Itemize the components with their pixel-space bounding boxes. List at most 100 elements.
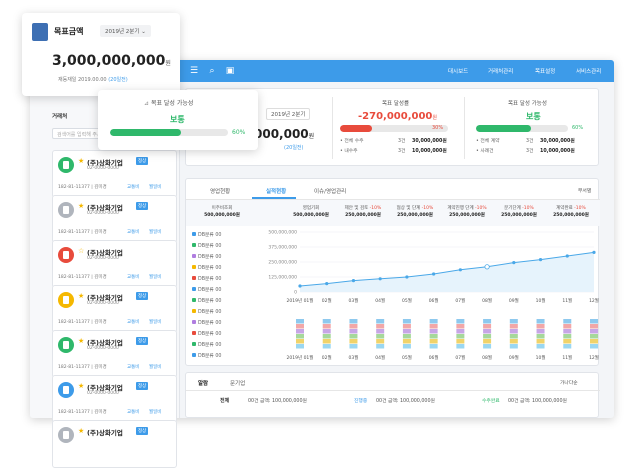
tab-sales-status[interactable]: 영업현황 <box>210 187 230 195</box>
stacked-bar-segment <box>563 339 572 344</box>
star-icon[interactable]: ★ <box>78 382 84 390</box>
nav-customers[interactable]: 거래처관리 <box>488 67 513 75</box>
db-category-row[interactable]: DB분류 00 <box>192 297 221 304</box>
customer-card[interactable]: ★ (주)상화기업 정상 02-0000-0000 182-81-11377 | 김미경… <box>52 150 177 198</box>
customer-card[interactable]: ★ (주)상화기업 정상 02-0000-0000 182-81-11377 | 김미경… <box>52 285 177 333</box>
tab-alarm[interactable]: 알람 <box>198 379 208 387</box>
color-dot <box>192 320 196 324</box>
search-icon[interactable]: ⌕ <box>206 65 218 77</box>
summary-amount: 000,000원 <box>254 127 315 141</box>
color-dot <box>192 276 196 280</box>
status-badge: 정상 <box>136 337 149 345</box>
x-tick-label: 11월 <box>562 354 572 361</box>
stage-header-label: 영업기회 <box>302 206 320 211</box>
stacked-bar-segment <box>296 334 304 339</box>
stacked-bar-segment <box>402 329 411 334</box>
y-tick-label: 500,000,000 <box>268 230 297 236</box>
stacked-bar-segment <box>376 319 385 324</box>
x-tick-label: 04월 <box>375 354 385 361</box>
tab-company[interactable]: 문기업 <box>230 379 245 387</box>
stacked-bar-segment <box>536 329 545 334</box>
stacked-bar-segment <box>590 334 598 339</box>
status-panel: 영업현황 실적현황 이슈/영업관리 부서별 이주비조회 500,000,000원… <box>185 178 600 366</box>
row-text-2: 00건 금액: 100,000,000원 <box>376 399 435 404</box>
goal-period-select[interactable]: 2019년 2분기 ⌄ <box>100 25 151 37</box>
possibility-row-2-count: 3건 <box>526 149 534 154</box>
chevron-down-icon: ⌄ <box>141 29 146 35</box>
achieve-row-1: • 전체 수주 <box>340 139 364 144</box>
star-icon[interactable]: ★ <box>78 157 84 165</box>
stacked-bar-segment <box>590 324 598 329</box>
star-icon[interactable]: ★ <box>78 202 84 210</box>
stacked-bar-segment <box>349 344 358 349</box>
nav-service[interactable]: 서비스관리 <box>576 67 601 75</box>
document-icon <box>32 23 48 41</box>
db-category-row[interactable]: DB분류 00 <box>192 341 221 348</box>
stacked-bar-segment <box>322 329 331 334</box>
customer-card[interactable]: ★ (주)상화기업 정상 02-0000-0000 182-81-11377 | 김미경… <box>52 330 177 378</box>
period-select[interactable]: 2019년 2분기 <box>266 108 311 120</box>
file-icon <box>58 157 74 173</box>
briefcase-icon[interactable]: ▣ <box>224 65 236 77</box>
color-dot <box>192 331 196 335</box>
customer-card[interactable]: ★ (주)상화기업 정상 <box>52 420 177 468</box>
db-category-row[interactable]: DB분류 00 <box>192 330 221 337</box>
badge-transport: 교통비 <box>127 185 140 190</box>
left-head-label: 이주비조회 <box>211 206 233 211</box>
tab-issue-management[interactable]: 이슈/영업관리 <box>314 187 346 195</box>
customer-card[interactable]: ★ (주)상화기업 정상 02-0000-0000 182-81-11377 | 김미경… <box>52 375 177 423</box>
divider <box>186 390 600 391</box>
possibility-status: 보통 <box>526 112 541 121</box>
db-category-row[interactable]: DB분류 00 <box>192 231 221 238</box>
db-category-row[interactable]: DB분류 00 <box>192 286 221 293</box>
star-icon[interactable]: ★ <box>78 427 84 435</box>
stacked-bar-segment <box>429 324 438 329</box>
star-icon[interactable]: ☆ <box>78 247 84 255</box>
star-icon[interactable]: ★ <box>78 292 84 300</box>
stacked-bar-segment <box>509 324 518 329</box>
stacked-bar-segment <box>429 344 438 349</box>
possibility-card: ⊿ 목표 달성 가능성 보통 60% <box>98 90 258 150</box>
badge-monthly: 월일비 <box>149 185 162 190</box>
possibility-card-status: 보통 <box>170 115 185 124</box>
file-icon <box>58 427 74 443</box>
stacked-bar-segment <box>590 329 598 334</box>
x-tick-label: 2019년 01월 <box>287 354 314 361</box>
x-tick-label: 02월 <box>322 354 332 361</box>
stacked-bar-segment <box>563 334 572 339</box>
sort-select[interactable]: 가나다순 <box>560 379 578 386</box>
db-category-row[interactable]: DB분류 00 <box>192 319 221 326</box>
stacked-bar-segment <box>563 324 572 329</box>
customer-card[interactable]: ☆ (주)상화기업 02-0000-0000 182-81-11377 | 김미경 교통… <box>52 240 177 288</box>
db-category-row[interactable]: DB분류 00 <box>192 352 221 359</box>
customer-card[interactable]: ★ (주)상화기업 정상 02-0000-0000 182-81-11377 | 김미경… <box>52 195 177 243</box>
stage-header-value: 250,000,000원 <box>501 213 537 218</box>
db-category-row[interactable]: DB분류 00 <box>192 308 221 315</box>
badge-transport: 교통비 <box>127 230 140 235</box>
badge-transport: 교통비 <box>127 365 140 370</box>
x-tick-label: 09월 <box>509 354 519 361</box>
department-select[interactable]: 부서별 <box>578 187 591 194</box>
nav-dashboard[interactable]: 대시보드 <box>448 67 468 75</box>
stacked-bar-segment <box>429 319 438 324</box>
stacked-bar-segment <box>322 324 331 329</box>
stacked-bar-segment <box>296 319 304 324</box>
goal-title: 목표금액 <box>54 27 84 36</box>
star-icon[interactable]: ★ <box>78 337 84 345</box>
bottom-panel: 알람 문기업 가나다순 전체 00건 금액: 100,000,000원 진행중 … <box>185 372 600 418</box>
menu-icon[interactable]: ☰ <box>188 65 200 77</box>
badge-transport: 교통비 <box>127 320 140 325</box>
nav-goals[interactable]: 목표설정 <box>535 67 555 75</box>
color-dot <box>192 298 196 302</box>
tab-performance[interactable]: 실적현황 <box>266 187 286 195</box>
db-category-row[interactable]: DB분류 00 <box>192 275 221 282</box>
db-category-row[interactable]: DB분류 00 <box>192 242 221 249</box>
possibility-row-2: • 사례건 <box>476 149 494 154</box>
db-category-row[interactable]: DB분류 00 <box>192 264 221 271</box>
stacked-bar-segment <box>402 319 411 324</box>
db-category-row[interactable]: DB분류 00 <box>192 253 221 260</box>
x-tick-label: 08월 <box>482 354 492 361</box>
stacked-bar-segment <box>376 344 385 349</box>
possibility-percent: 60% <box>572 125 584 131</box>
x-tick-label: 09월 <box>509 297 519 304</box>
